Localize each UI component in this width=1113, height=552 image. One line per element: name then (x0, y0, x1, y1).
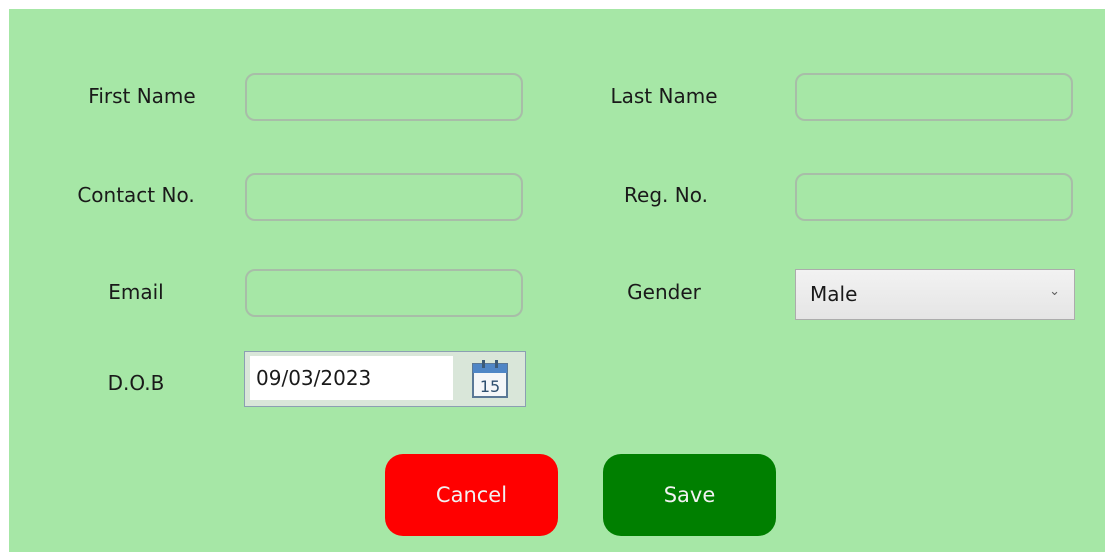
email-label: Email (108, 280, 164, 304)
calendar-icon[interactable]: 15 (469, 358, 511, 400)
reg-no-input[interactable] (795, 173, 1073, 221)
email-input[interactable] (245, 269, 523, 317)
registration-form: First Name Last Name Contact No. Reg. No… (9, 9, 1105, 552)
gender-selected-value: Male (810, 282, 858, 306)
last-name-input[interactable] (795, 73, 1073, 121)
cancel-button[interactable]: Cancel (385, 454, 558, 536)
gender-label: Gender (627, 280, 701, 304)
save-button[interactable]: Save (603, 454, 776, 536)
calendar-day: 15 (480, 377, 500, 396)
first-name-label: First Name (88, 84, 196, 108)
dob-input[interactable] (250, 356, 453, 400)
gender-select[interactable]: Male ⌄ (795, 269, 1075, 320)
dob-label: D.O.B (107, 371, 165, 395)
reg-no-label: Reg. No. (624, 183, 708, 207)
contact-no-input[interactable] (245, 173, 523, 221)
chevron-down-icon: ⌄ (1049, 284, 1060, 299)
last-name-label: Last Name (610, 84, 718, 108)
contact-no-label: Contact No. (77, 183, 195, 207)
dob-datepicker: 15 (244, 351, 526, 407)
first-name-input[interactable] (245, 73, 523, 121)
